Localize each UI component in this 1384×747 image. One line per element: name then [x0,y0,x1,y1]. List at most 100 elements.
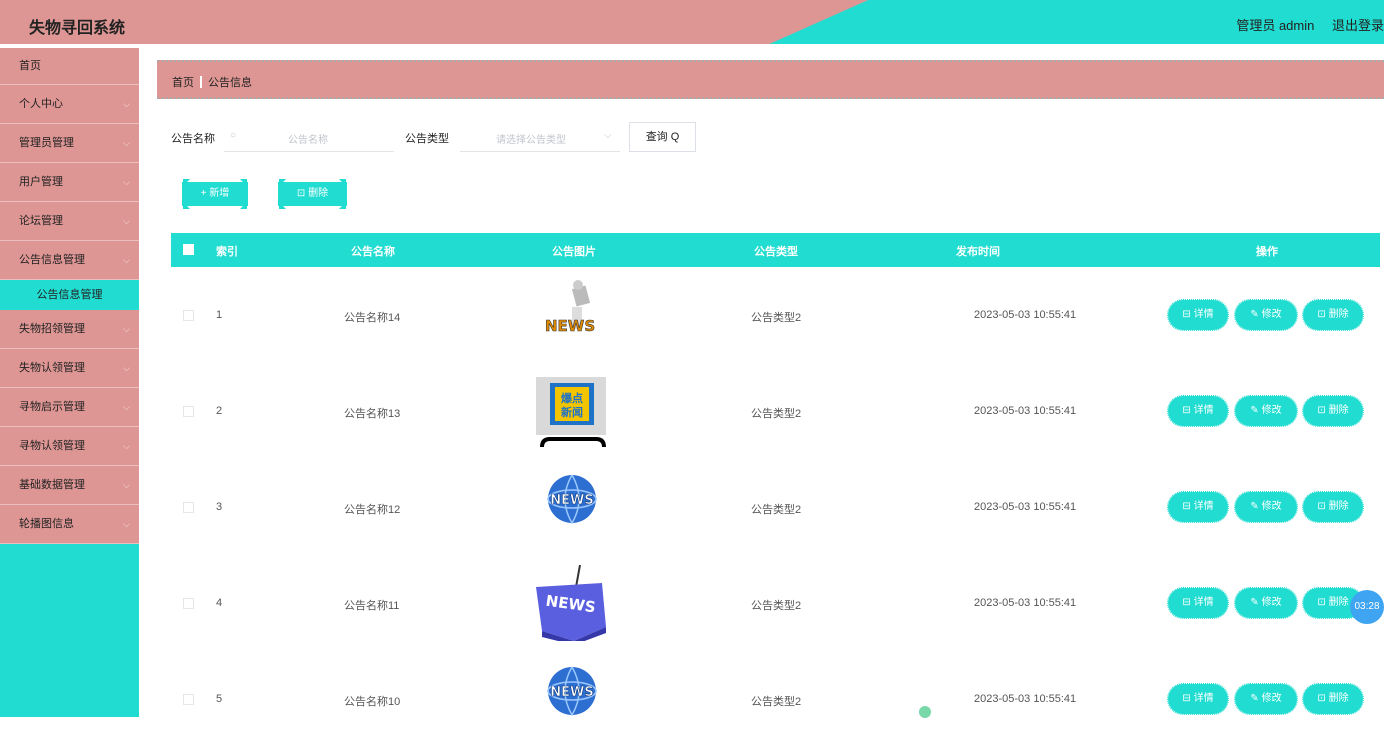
chevron-down-icon: ⌵ [123,99,130,109]
timer-badge: 03:28 [1350,590,1384,624]
chevron-down-icon: ⌵ [123,138,130,148]
chevron-down-icon: ⌵ [604,130,612,141]
notice-type-cell: 公告类型2 [751,504,802,516]
breadcrumb: 首页 公告信息 [157,60,1384,99]
corner-decoration [239,201,255,217]
sidebar-item-label: 管理员管理 [19,137,74,149]
detail-button[interactable]: ⊟ 详情 [1167,491,1229,523]
detail-button[interactable]: ⊟ 详情 [1167,683,1229,715]
corner-decoration [338,171,354,187]
notice-type-placeholder: 请选择公告类型 [496,135,566,146]
row-index: 4 [216,597,223,609]
sidebar-item-label: 失物招领管理 [19,323,85,335]
notice-type-cell: 公告类型2 [751,408,802,420]
delete-button[interactable]: ⊡ 删除 [1302,683,1364,715]
notice-name-cell: 公告名称14 [344,312,401,324]
publish-time-cell: 2023-05-03 10:55:41 [974,693,1077,705]
sidebar-item[interactable]: 寻物认领管理 ⌵ [0,427,139,466]
notice-name-cell: 公告名称11 [344,600,400,612]
edit-button[interactable]: ✎ 修改 [1234,587,1298,619]
chevron-down-icon: ⌵ [123,480,130,490]
sidebar-item[interactable]: 论坛管理 ⌵ [0,202,139,241]
chevron-down-icon: ⌵ [123,402,130,412]
delete-button[interactable]: ⊡ 删除 [1302,491,1364,523]
publish-time-cell: 2023-05-03 10:55:41 [974,309,1077,321]
publish-time-cell: 2023-05-03 10:55:41 [974,405,1077,417]
chevron-down-icon: ⌵ [123,441,130,451]
row-checkbox[interactable] [183,406,194,417]
batch-delete-button[interactable]: ⊡ 删除 [271,171,354,217]
notice-image: NEWS [534,661,610,737]
edit-button[interactable]: ✎ 修改 [1234,491,1298,523]
table-row: 5 公告名称10 公告类型2 2023-05-03 10:55:41 NEWS ⊟ 详情 ✎… [171,651,1380,747]
select-all-checkbox[interactable] [183,244,194,255]
logout-link[interactable]: 退出登录 [1332,18,1384,33]
add-button-label: + 新增 [200,188,230,199]
column-header: 公告图片 [552,246,596,258]
notice-image: NEWS [534,564,610,645]
chevron-down-icon: ⌵ [123,363,130,373]
notice-image: NEWS [534,469,610,545]
detail-button[interactable]: ⊟ 详情 [1167,395,1229,427]
notice-type-label: 公告类型 [405,133,449,145]
column-header: 索引 [216,246,238,258]
sidebar-item[interactable]: 轮播图信息 ⌵ [0,505,139,544]
notice-type-select[interactable]: 请选择公告类型 ⌵ [460,121,620,152]
scroll-indicator [919,706,931,718]
breadcrumb-home[interactable]: 首页 [172,77,194,89]
search-icon: ○ [230,130,237,141]
query-button[interactable]: 查询 Q [629,122,696,152]
sidebar-item[interactable]: 管理员管理 ⌵ [0,124,139,163]
admin-user-label: 管理员 admin [1236,18,1315,33]
sidebar-item-label: 基础数据管理 [19,479,85,491]
notice-name-cell: 公告名称12 [344,504,401,516]
column-header: 公告类型 [754,246,798,258]
breadcrumb-separator [200,76,202,88]
sidebar-item-label: 首页 [19,60,41,72]
row-checkbox[interactable] [183,694,194,705]
notice-type-cell: 公告类型2 [751,696,802,708]
edit-button[interactable]: ✎ 修改 [1234,683,1298,715]
table-body: 1 公告名称14 公告类型2 2023-05-03 10:55:41 NEWS ⊟ 详情 ✎… [171,267,1380,747]
publish-time-cell: 2023-05-03 10:55:41 [974,501,1077,513]
query-label: 查询 [645,131,668,143]
row-checkbox[interactable] [183,598,194,609]
submenu-item-notice[interactable]: 公告信息管理 [0,280,139,310]
notice-table: 索引 公告名称 公告图片 公告类型 发布时间 操作 1 公告名称14 公告类型2 20… [171,233,1380,747]
notice-type-cell: 公告类型2 [751,600,802,612]
corner-decoration [175,171,191,187]
sidebar-item[interactable]: 失物认领管理 ⌵ [0,349,139,388]
sidebar-item[interactable]: 基础数据管理 ⌵ [0,466,139,505]
sidebar-item[interactable]: 寻物启示管理 ⌵ [0,388,139,427]
detail-button[interactable]: ⊟ 详情 [1167,587,1229,619]
row-index: 3 [216,501,223,513]
sidebar-item[interactable]: 个人中心 ⌵ [0,85,139,124]
table-header: 索引 公告名称 公告图片 公告类型 发布时间 操作 [171,233,1380,267]
sidebar-item-label: 公告信息管理 [19,254,85,266]
row-checkbox[interactable] [183,310,194,321]
edit-button[interactable]: ✎ 修改 [1234,299,1298,331]
detail-button[interactable]: ⊟ 详情 [1167,299,1229,331]
publish-time-cell: 2023-05-03 10:55:41 [974,597,1077,609]
column-header: 发布时间 [956,246,1000,258]
row-checkbox[interactable] [183,502,194,513]
table-row: 1 公告名称14 公告类型2 2023-05-03 10:55:41 NEWS ⊟ 详情 ✎… [171,267,1380,363]
svg-text:NEWS: NEWS [550,685,593,700]
corner-decoration [271,171,287,187]
chevron-down-icon: ⌵ [123,216,130,226]
notice-name-input[interactable]: ○ 公告名称 [224,121,394,152]
column-header: 操作 [1256,246,1278,258]
edit-button[interactable]: ✎ 修改 [1234,395,1298,427]
chevron-down-icon: ⌵ [123,255,130,265]
sidebar-item[interactable]: 用户管理 ⌵ [0,163,139,202]
sidebar-item-label: 轮播图信息 [19,518,74,530]
sidebar-item[interactable]: 失物招领管理 ⌵ [0,310,139,349]
sidebar-item[interactable]: 公告信息管理 ⌵ [0,241,139,280]
sidebar-item[interactable]: 首页 [0,48,139,85]
delete-button[interactable]: ⊡ 删除 [1302,299,1364,331]
chevron-down-icon: ⌵ [123,519,130,529]
delete-button[interactable]: ⊡ 删除 [1302,395,1364,427]
add-button[interactable]: + 新增 [175,171,255,217]
top-header: 失物寻回系统 管理员 admin 退出登录 [0,0,1384,46]
notice-type-cell: 公告类型2 [751,312,802,324]
